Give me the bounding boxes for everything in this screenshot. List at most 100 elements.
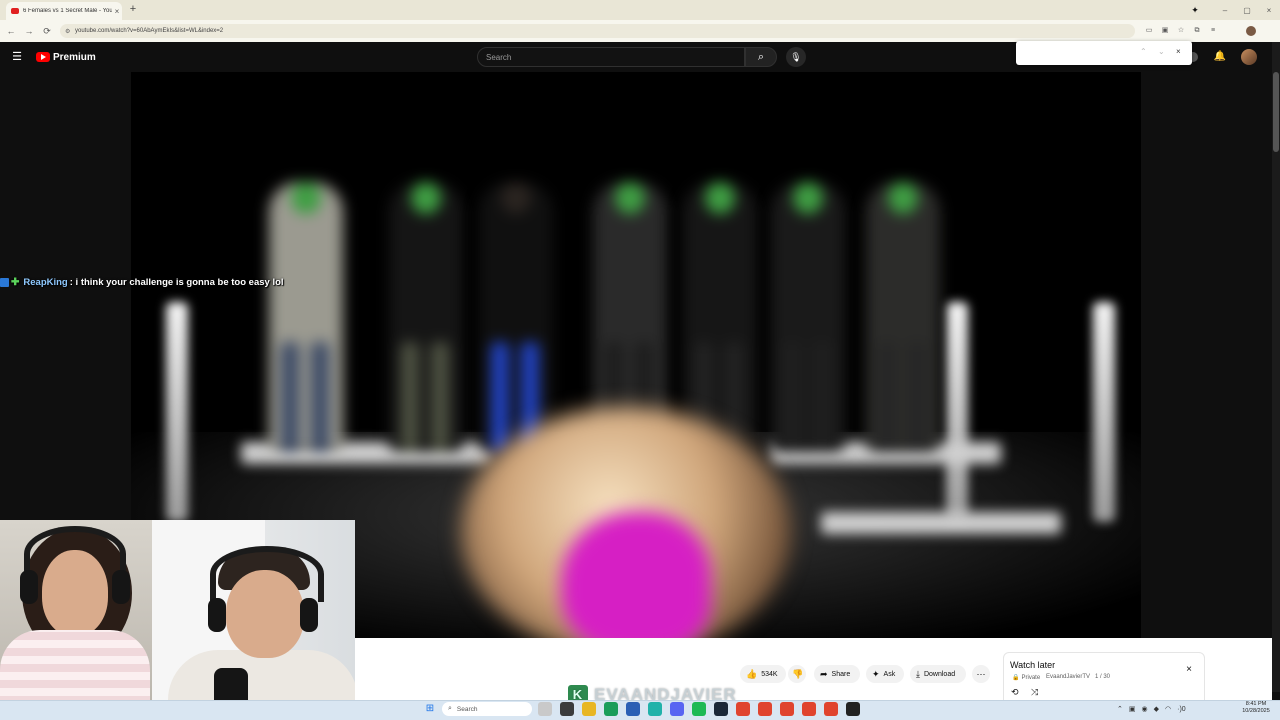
- logo-text: Premium: [53, 51, 96, 63]
- video-blurred-magenta: [561, 512, 711, 638]
- reload-button[interactable]: ⟳: [40, 24, 54, 38]
- cast-icon[interactable]: ▭: [1142, 24, 1156, 38]
- steam-icon[interactable]: [714, 702, 728, 716]
- like-button[interactable]: 👍 534K: [740, 665, 786, 683]
- playlist-position: 1 / 30: [1095, 674, 1111, 680]
- discord-icon[interactable]: [670, 702, 684, 716]
- tray-app-icon[interactable]: ◉: [1142, 705, 1148, 713]
- page-scrollbar[interactable]: [1272, 42, 1280, 692]
- headset-icon: [210, 546, 324, 602]
- video-person: [771, 182, 845, 452]
- taskbar-app-icon[interactable]: [648, 702, 662, 716]
- profile-avatar[interactable]: [1246, 26, 1256, 36]
- taskbar-app-icon[interactable]: [604, 702, 618, 716]
- maximize-button[interactable]: ▢: [1236, 6, 1258, 15]
- more-actions-icon[interactable]: ⋯: [972, 665, 990, 683]
- volume-icon[interactable]: ·)0: [1177, 706, 1186, 713]
- taskbar-app-icon[interactable]: [626, 702, 640, 716]
- youtube-logo[interactable]: Premium: [36, 51, 96, 63]
- wifi-icon[interactable]: ◠: [1165, 705, 1171, 713]
- search-icon[interactable]: ⌕: [745, 47, 777, 67]
- browser-tab[interactable]: 6 Females vs 1 Secret Male - YouTube ×: [6, 2, 122, 20]
- search-input[interactable]: Search: [477, 47, 745, 67]
- minimize-button[interactable]: –: [1214, 6, 1236, 15]
- chrome-icon[interactable]: [802, 702, 816, 716]
- video-person: [269, 182, 343, 452]
- video-pillar: [1093, 302, 1115, 522]
- file-explorer-icon[interactable]: [582, 702, 596, 716]
- spotify-icon[interactable]: [692, 702, 706, 716]
- sparkle-ask-icon: ✦: [872, 668, 880, 679]
- system-tray: ⌃ ▣ ◉ ◆ ◠ ·)0: [1117, 702, 1192, 716]
- playlist-title[interactable]: Watch later: [1010, 660, 1055, 670]
- chat-username: ReapKing: [23, 276, 68, 288]
- account-avatar[interactable]: [1241, 49, 1257, 65]
- windows-start-icon[interactable]: ⊞: [424, 703, 436, 715]
- chat-plus-badge-icon: ✚: [11, 276, 20, 288]
- chat-text: : i think your challenge is gonna be too…: [69, 276, 284, 288]
- site-info-icon[interactable]: ⚙: [65, 28, 75, 35]
- loop-icon[interactable]: ⟲: [1011, 687, 1019, 698]
- address-bar[interactable]: ⚙ youtube.com/watch?v=60AbAymEkIs&list=W…: [60, 24, 1135, 38]
- share-button[interactable]: ➦ Share: [814, 665, 860, 683]
- back-button[interactable]: ←: [4, 24, 18, 38]
- taskbar-app-icon[interactable]: [560, 702, 574, 716]
- download-button[interactable]: ⤓ Download: [910, 665, 966, 683]
- youtube-play-icon: [36, 52, 50, 62]
- mic-icon[interactable]: 🎙: [786, 47, 806, 67]
- find-close-icon[interactable]: ×: [1176, 47, 1181, 56]
- hamburger-menu-icon[interactable]: ☰: [10, 50, 24, 64]
- shuffle-icon[interactable]: ⤨: [1031, 687, 1038, 698]
- playlist-close-icon[interactable]: ×: [1183, 664, 1195, 676]
- tray-chevron-icon[interactable]: ⌃: [1117, 705, 1123, 713]
- playlist-privacy: 🔒 Private: [1012, 674, 1041, 682]
- video-pillar: [166, 302, 188, 522]
- extension-icon[interactable]: ▣: [1158, 24, 1172, 38]
- bell-icon[interactable]: 🔔: [1213, 50, 1227, 64]
- scrollbar-thumb[interactable]: [1273, 72, 1279, 152]
- share-icon: ➦: [820, 668, 828, 679]
- window-controls: – ▢ ×: [1214, 0, 1280, 20]
- earcup: [112, 570, 130, 604]
- chrome-icon[interactable]: [824, 702, 838, 716]
- ask-button[interactable]: ✦ Ask: [866, 665, 904, 683]
- ask-label: Ask: [883, 670, 896, 678]
- puzzle-extension-icon[interactable]: ⧉: [1190, 24, 1204, 38]
- dislike-button[interactable]: 👎: [788, 665, 806, 683]
- video-bench: [821, 512, 1061, 534]
- playlist-owner[interactable]: EvaandJavierTV: [1046, 674, 1090, 680]
- chrome-icon[interactable]: [736, 702, 750, 716]
- bookmark-star-icon[interactable]: ☆: [1174, 24, 1188, 38]
- obs-icon[interactable]: [846, 702, 860, 716]
- video-person: [683, 182, 757, 452]
- chat-overlay-message: ✚ ReapKing : i think your challenge is g…: [0, 275, 284, 289]
- video-person: [479, 182, 553, 452]
- tab-close-icon[interactable]: ×: [112, 7, 122, 16]
- chrome-icon[interactable]: [758, 702, 772, 716]
- find-prev-icon[interactable]: ⌃: [1140, 47, 1147, 56]
- thumbs-up-icon: 👍: [746, 668, 758, 679]
- new-tab-button[interactable]: +: [127, 3, 139, 16]
- taskbar-clock[interactable]: 8:41 PM 10/28/2025: [1238, 701, 1274, 715]
- download-label: Download: [923, 670, 956, 678]
- taskbar-apps: [538, 702, 868, 716]
- privacy-label: Private: [1021, 674, 1041, 681]
- reading-list-icon[interactable]: ≡: [1206, 24, 1220, 38]
- taskbar-search-input[interactable]: ⌕ Search: [442, 702, 532, 716]
- video-person: [389, 182, 463, 452]
- earcup: [208, 598, 226, 632]
- find-next-icon[interactable]: ⌄: [1158, 47, 1165, 56]
- taskbar-app-icon[interactable]: [538, 702, 552, 716]
- tray-app-icon[interactable]: ◆: [1154, 705, 1159, 713]
- close-window-button[interactable]: ×: [1258, 6, 1280, 15]
- youtube-favicon-icon: [11, 8, 19, 14]
- sparkle-icon[interactable]: ✦: [1189, 4, 1201, 16]
- tray-app-icon[interactable]: ▣: [1129, 705, 1136, 713]
- extension-icons: ▭ ▣ ☆ ⧉ ≡: [1140, 24, 1220, 38]
- webcam-overlay: [0, 520, 355, 720]
- tab-title: 6 Females vs 1 Secret Male - YouTube: [23, 8, 112, 14]
- find-bar[interactable]: ⌃ ⌄ ×: [1016, 41, 1192, 65]
- headset-icon: [24, 526, 126, 582]
- chrome-icon[interactable]: [780, 702, 794, 716]
- forward-button[interactable]: →: [22, 24, 36, 38]
